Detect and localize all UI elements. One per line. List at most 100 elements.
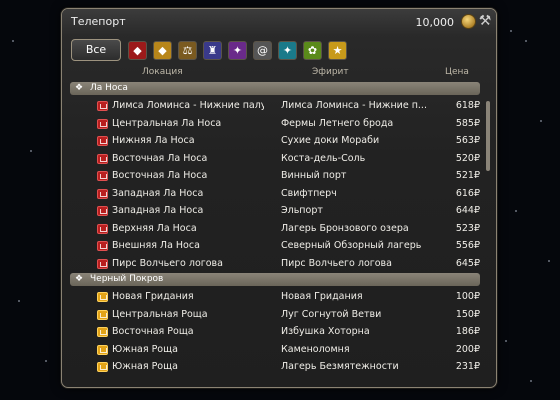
location-name: Пирс Волчьего логова — [112, 257, 223, 269]
teleport-price: 563₽ — [455, 135, 480, 146]
settings-tools-icon[interactable]: ⚒ — [477, 12, 493, 30]
list-item[interactable]: Южная Роща Лагерь Безмятежности 231₽ — [70, 358, 480, 376]
teleport-list: ❖ Ла Носа Лимса Ломинса - Нижние палу... Ли… — [70, 81, 480, 381]
location-name: Восточная Ла Носа — [112, 152, 208, 164]
location-name: Центральная Роща — [112, 308, 208, 320]
list-item[interactable]: Нижняя Ла Носа Сухие доки Мораби 563₽ — [70, 132, 480, 150]
list-item[interactable]: Южная Роща Каменоломня 200₽ — [70, 341, 480, 359]
aetheryte-name: Лагерь Бронзового озера — [281, 222, 409, 234]
teleport-price: 645₽ — [455, 257, 480, 269]
aetheryte-icon — [97, 171, 108, 181]
list-item[interactable]: Новая Гридания Новая Гридания 100₽ — [70, 288, 480, 306]
group-label: Ла Носа — [90, 83, 128, 93]
aetheryte-name: Коста-дель-Соль — [281, 152, 366, 164]
list-item[interactable]: Восточная Ла Носа Винный порт 521₽ — [70, 167, 480, 185]
swirl-filter-icon[interactable]: @ — [253, 41, 272, 60]
column-header-aetheryte: Эфирит — [312, 67, 349, 77]
group-header[interactable]: ❖ Черный Покров — [70, 273, 480, 286]
aetheryte-name: Новая Гридания — [281, 291, 363, 302]
location-name: Южная Роща — [112, 361, 178, 372]
title-bar[interactable]: Телепорт 10,000 ⚒ — [62, 9, 496, 35]
location-name: Восточная Роща — [112, 326, 194, 337]
teal-crest-filter-icon[interactable]: ✦ — [278, 41, 297, 60]
filter-all-button[interactable]: Все — [71, 39, 121, 61]
aetheryte-name: Лимса Ломинса - Нижние п... — [281, 100, 427, 111]
list-item[interactable]: Западная Ла Носа Эльпорт 644₽ — [70, 202, 480, 220]
teleport-price: 523₽ — [455, 222, 480, 234]
aetheryte-icon — [97, 344, 108, 355]
teleport-price: 585₽ — [455, 117, 480, 129]
column-header-price: Цена — [445, 67, 469, 77]
gil-coin-icon — [461, 14, 476, 29]
aetheryte-name: Эльпорт — [281, 205, 323, 216]
aetheryte-name: Луг Согнутой Ветви — [281, 308, 382, 320]
aetheryte-name: Северный Обзорный лагерь — [281, 240, 422, 251]
castle-filter-icon[interactable]: ♜ — [203, 41, 222, 60]
aetheryte-name: Фермы Летнего брода — [281, 117, 394, 129]
star-filter-icon[interactable]: ★ — [328, 41, 347, 60]
aetheryte-icon — [97, 136, 108, 146]
location-name: Западная Ла Носа — [112, 187, 204, 199]
teleport-price: 100₽ — [455, 291, 480, 302]
aetheryte-icon — [97, 223, 108, 234]
aetheryte-icon — [97, 188, 108, 199]
location-name: Центральная Ла Носа — [112, 117, 222, 129]
aetheryte-icon — [97, 118, 108, 129]
list-item[interactable]: Пирс Волчьего логова Пирс Волчьего логова… — [70, 255, 480, 273]
window-title: Телепорт — [71, 15, 126, 28]
aetheryte-icon — [97, 206, 108, 216]
scales-filter-icon[interactable]: ⚖ — [178, 41, 197, 60]
aetheryte-name: Избушка Хоторна — [281, 326, 370, 337]
teleport-price: 186₽ — [455, 326, 480, 337]
column-header-location: Локация — [142, 67, 183, 77]
location-name: Новая Гридания — [112, 291, 194, 302]
location-name: Восточная Ла Носа — [112, 170, 208, 181]
aetheryte-icon — [97, 153, 108, 164]
teleport-price: 231₽ — [455, 361, 480, 372]
location-name: Западная Ла Носа — [112, 205, 204, 216]
aetheryte-name: Сухие доки Мораби — [281, 135, 380, 146]
aetheryte-icon — [97, 292, 108, 302]
yellow-lion-filter-icon[interactable]: ◆ — [153, 41, 172, 60]
list-item[interactable]: Центральная Ла Носа Фермы Летнего брода 58… — [70, 115, 480, 133]
aetheryte-name: Свифтперч — [281, 187, 337, 199]
list-item[interactable]: Западная Ла Носа Свифтперч 616₽ — [70, 185, 480, 203]
list-item[interactable]: Внешняя Ла Носа Северный Обзорный лагерь 5… — [70, 237, 480, 255]
teleport-price: 521₽ — [455, 170, 480, 181]
aetheryte-icon — [97, 101, 108, 111]
teleport-price: 150₽ — [455, 308, 480, 320]
list-item[interactable]: Лимса Ломинса - Нижние палу... Лимса Ломи… — [70, 97, 480, 115]
teleport-price: 200₽ — [455, 343, 480, 355]
scrollbar-thumb[interactable] — [486, 101, 490, 171]
teleport-price: 556₽ — [455, 240, 480, 251]
location-name: Верхняя Ла Носа — [112, 222, 197, 234]
purple-crest-filter-icon[interactable]: ✦ — [228, 41, 247, 60]
aetheryte-name: Каменоломня — [281, 343, 350, 355]
teleport-price: 618₽ — [455, 100, 480, 111]
aetheryte-name: Винный порт — [281, 170, 347, 181]
aetheryte-icon — [97, 258, 108, 269]
aetheryte-icon — [97, 241, 108, 251]
list-item[interactable]: Верхняя Ла Носа Лагерь Бронзового озера 52… — [70, 220, 480, 238]
location-name: Внешняя Ла Носа — [112, 240, 200, 251]
teleport-price: 520₽ — [455, 152, 480, 164]
green-crest-filter-icon[interactable]: ✿ — [303, 41, 322, 60]
group-label: Черный Покров — [90, 274, 164, 284]
location-name: Нижняя Ла Носа — [112, 135, 195, 146]
column-headers: Локация Эфирит Цена — [62, 67, 496, 79]
group-header[interactable]: ❖ Ла Носа — [70, 82, 480, 95]
red-mask-filter-icon[interactable]: ◆ — [128, 41, 147, 60]
aetheryte-name: Пирс Волчьего логова — [281, 257, 392, 269]
gil-amount: 10,000 — [415, 16, 455, 29]
list-item[interactable]: Восточная Роща Избушка Хоторна 186₽ — [70, 323, 480, 341]
filter-bar: Все ◆ ◆ ⚖ ♜ ✦ @ ✦ ✿ ★ — [71, 39, 496, 63]
collapse-icon[interactable]: ❖ — [75, 82, 83, 95]
collapse-icon[interactable]: ❖ — [75, 273, 83, 286]
teleport-window: Телепорт 10,000 ⚒ Все ◆ ◆ ⚖ ♜ ✦ @ ✦ ✿ ★ Локация … — [61, 8, 497, 388]
teleport-price: 616₽ — [455, 187, 480, 199]
aetheryte-icon — [97, 327, 108, 337]
list-item[interactable]: Восточная Ла Носа Коста-дель-Соль 520₽ — [70, 150, 480, 168]
aetheryte-icon — [97, 362, 108, 372]
location-name: Лимса Ломинса - Нижние палу... — [112, 100, 264, 111]
list-item[interactable]: Центральная Роща Луг Согнутой Ветви 150₽ — [70, 306, 480, 324]
